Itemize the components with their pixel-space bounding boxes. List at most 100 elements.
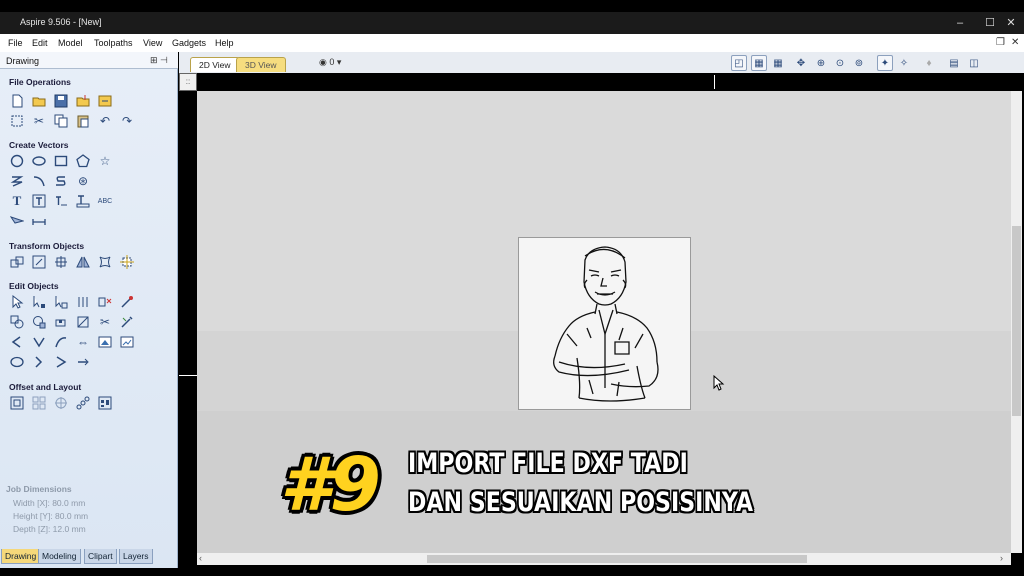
arrow-both-icon[interactable]: ⇔ — [75, 334, 91, 350]
zoom-box-icon[interactable]: ◰ — [731, 55, 747, 71]
snap-grid-icon[interactable]: ▦ — [751, 55, 767, 71]
arc-icon[interactable] — [31, 173, 47, 189]
menu-gadgets[interactable]: Gadgets — [172, 38, 206, 48]
menu-view[interactable]: View — [143, 38, 162, 48]
polyline-icon[interactable] — [9, 173, 25, 189]
menu-file[interactable]: File — [8, 38, 23, 48]
offset-curve-icon[interactable] — [9, 354, 25, 370]
trim-icon[interactable] — [75, 314, 91, 330]
vertical-scrollbar[interactable] — [1011, 91, 1022, 553]
align-icon[interactable] — [119, 254, 135, 270]
copy-along-vectors-icon[interactable] — [75, 395, 91, 411]
dimension-icon[interactable] — [9, 213, 25, 229]
distort-icon[interactable] — [97, 254, 113, 270]
ruler-corner[interactable]: :: — [179, 73, 197, 91]
measure-icon[interactable] — [31, 213, 47, 229]
save-icon[interactable] — [53, 93, 69, 109]
job-material-area[interactable] — [518, 237, 691, 410]
menu-edit[interactable]: Edit — [32, 38, 48, 48]
paste-icon[interactable] — [75, 113, 91, 129]
node-edit-icon[interactable] — [31, 294, 47, 310]
vertical-scroll-thumb[interactable] — [1012, 226, 1021, 416]
imported-dxf-vector[interactable] — [519, 238, 692, 411]
text-box-icon[interactable] — [31, 193, 47, 209]
new-file-icon[interactable] — [9, 93, 25, 109]
star-icon[interactable]: ☆ — [97, 153, 113, 169]
split-view-icon[interactable]: ◫ — [966, 55, 982, 71]
offset-icon[interactable] — [9, 395, 25, 411]
circle-icon[interactable] — [9, 153, 25, 169]
nesting-icon[interactable] — [97, 395, 113, 411]
spiral-icon[interactable]: ⊛ — [75, 173, 91, 189]
transform-select-icon[interactable] — [53, 294, 69, 310]
copy-icon[interactable] — [53, 113, 69, 129]
pin-icon[interactable]: ⊞ ⊣ — [150, 55, 168, 66]
snap-toggle-icon[interactable]: ✦ — [877, 55, 893, 71]
open-file-icon[interactable] — [31, 93, 47, 109]
menu-model[interactable]: Model — [58, 38, 83, 48]
subtract-icon[interactable] — [31, 314, 47, 330]
tab-3d-view[interactable]: 3D View — [236, 57, 286, 72]
grid-icon[interactable]: ▦ — [770, 55, 786, 71]
mirror-icon[interactable] — [75, 254, 91, 270]
zoom-extents-icon[interactable]: ⊙ — [832, 55, 848, 71]
circular-array-icon[interactable] — [53, 395, 69, 411]
fillet-icon[interactable] — [119, 294, 135, 310]
tab-layers[interactable]: Layers — [119, 549, 153, 564]
horizontal-scrollbar[interactable]: ‹ › — [197, 553, 1011, 565]
weld-icon[interactable] — [9, 314, 25, 330]
chevron-left-icon[interactable] — [9, 334, 25, 350]
pan-icon[interactable]: ✥ — [793, 55, 809, 71]
rotate-icon[interactable] — [53, 254, 69, 270]
zoom-in-icon[interactable]: ⊕ — [813, 55, 829, 71]
polygon-icon[interactable] — [75, 153, 91, 169]
scroll-left-icon[interactable]: ‹ — [199, 553, 202, 563]
tab-drawing[interactable]: Drawing — [1, 549, 41, 564]
scissors-icon[interactable]: ✂ — [97, 314, 113, 330]
bracket-icon[interactable] — [31, 354, 47, 370]
array-copy-icon[interactable] — [31, 395, 47, 411]
text-arc-icon[interactable]: ABC — [97, 193, 113, 209]
text-icon[interactable]: T — [9, 193, 25, 209]
cut-icon[interactable]: ✂ — [31, 113, 47, 129]
ellipse-icon[interactable] — [31, 153, 47, 169]
tab-2d-view[interactable]: 2D View — [190, 57, 240, 72]
horizontal-scroll-thumb[interactable] — [427, 555, 807, 563]
chevron-down-icon[interactable] — [31, 334, 47, 350]
interactive-trim-icon[interactable] — [75, 294, 91, 310]
smooth-curve-icon[interactable] — [53, 334, 69, 350]
intersect-icon[interactable] — [53, 314, 69, 330]
delete-nodes-icon[interactable] — [97, 294, 113, 310]
menu-help[interactable]: Help — [215, 38, 234, 48]
zoom-selection-icon[interactable]: ⊚ — [851, 55, 867, 71]
move-icon[interactable] — [9, 254, 25, 270]
restore-icon[interactable]: ❐ — [996, 37, 1005, 48]
extend-icon[interactable] — [75, 354, 91, 370]
scroll-right-icon[interactable]: › — [1000, 553, 1003, 563]
select-all-icon[interactable] — [9, 113, 25, 129]
snap-options-icon[interactable]: ✧ — [896, 55, 912, 71]
import-icon[interactable] — [75, 93, 91, 109]
close-button[interactable]: ✕ — [996, 15, 1024, 31]
layer-selector[interactable]: ◉ 0 ▾ — [319, 57, 341, 68]
tab-clipart[interactable]: Clipart — [84, 549, 117, 564]
redo-icon[interactable]: ↷ — [119, 113, 135, 129]
image-icon[interactable] — [119, 334, 135, 350]
menu-toolpaths[interactable]: Toolpaths — [94, 38, 133, 48]
fix-vectors-icon[interactable] — [119, 314, 135, 330]
chevron-right-icon[interactable] — [53, 354, 69, 370]
export-icon[interactable] — [97, 93, 113, 109]
select-icon[interactable] — [9, 294, 25, 310]
minimize-button[interactable]: – — [945, 15, 975, 31]
layout-icon[interactable]: ▤ — [946, 55, 962, 71]
edit-bitmap-icon[interactable] — [97, 334, 113, 350]
curve-icon[interactable] — [53, 173, 69, 189]
tab-modeling[interactable]: Modeling — [38, 549, 81, 564]
doc-close-icon[interactable]: ✕ — [1011, 37, 1019, 48]
undo-icon[interactable]: ↶ — [97, 113, 113, 129]
display-icon[interactable]: ♦ — [921, 55, 937, 71]
scale-icon[interactable] — [31, 254, 47, 270]
text-on-curve-icon[interactable] — [53, 193, 69, 209]
rectangle-icon[interactable] — [53, 153, 69, 169]
auto-layout-text-icon[interactable] — [75, 193, 91, 209]
